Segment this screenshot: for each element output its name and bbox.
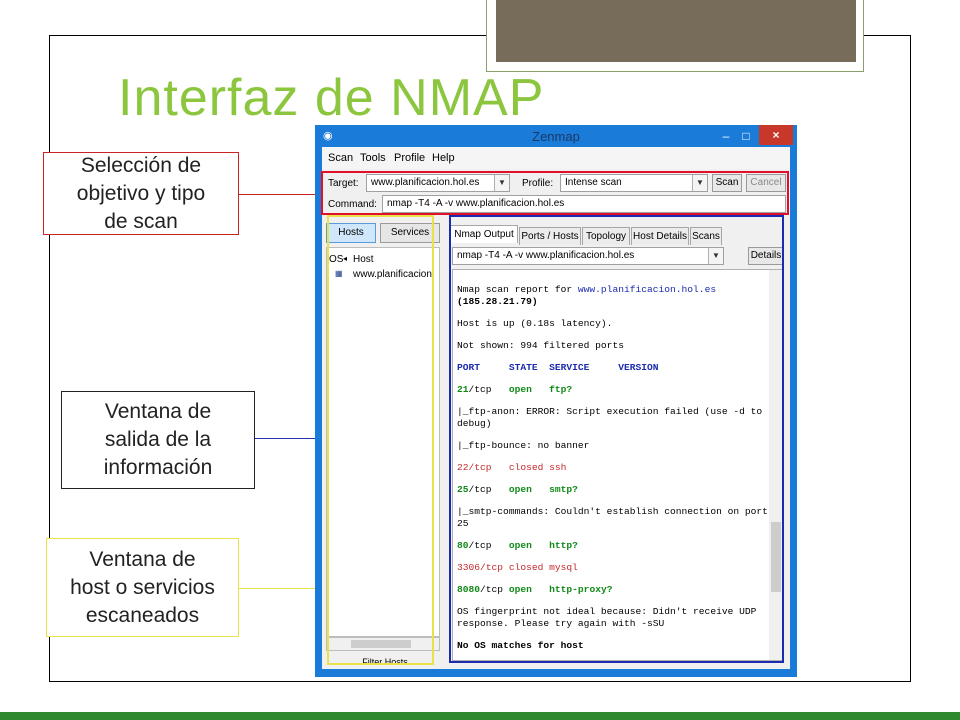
- menu-help[interactable]: Help: [432, 152, 455, 164]
- callout-line: salida de la: [104, 428, 212, 451]
- menu-tools[interactable]: Tools: [360, 152, 386, 164]
- callout-output-window: Ventana de salida de la información: [61, 391, 255, 489]
- callout-target-selection: Selección de objetivo y tipo de scan: [43, 152, 239, 235]
- callout-line: información: [103, 456, 213, 479]
- highlight-hosts-area: [327, 215, 434, 665]
- callout-line: objetivo y tipo: [76, 181, 206, 205]
- minimize-button[interactable]: –: [715, 127, 737, 145]
- callout-line: Selección de: [80, 153, 202, 177]
- callout-line: host o servicios: [70, 575, 215, 599]
- callout-line: escaneados: [85, 603, 200, 627]
- highlight-target-area: [321, 171, 789, 215]
- maximize-button[interactable]: □: [735, 127, 757, 145]
- leader-line-hosts: [239, 588, 325, 589]
- title-bar[interactable]: ◉ Zenmap – □ ×: [315, 125, 797, 147]
- highlight-output-area: [449, 215, 784, 663]
- callout-hosts-window: Ventana de host o servicios escaneados: [46, 538, 239, 637]
- decorative-tab: [496, 0, 856, 62]
- close-button[interactable]: ×: [759, 125, 793, 145]
- callout-line: de scan: [104, 209, 178, 233]
- leader-line-target: [239, 194, 317, 195]
- callout-line: Ventana de: [89, 547, 196, 571]
- menu-profile[interactable]: Profile: [394, 152, 425, 164]
- menu-bar: Scan Tools Profile Help: [322, 147, 790, 169]
- slide-title: Interfaz de NMAP: [118, 69, 545, 127]
- callout-line: Ventana de: [104, 400, 212, 423]
- menu-scan[interactable]: Scan: [328, 152, 353, 164]
- bottom-rule: [0, 712, 960, 720]
